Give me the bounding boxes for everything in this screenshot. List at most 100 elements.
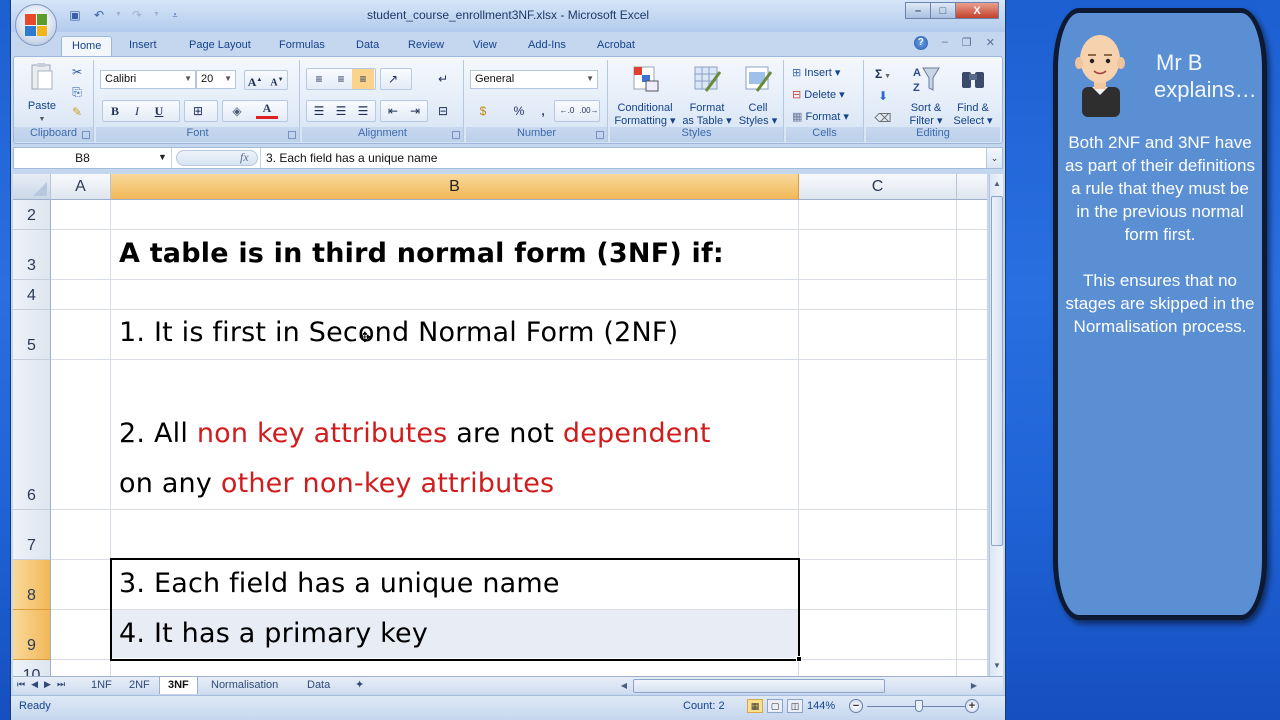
sheet-tab-2nf[interactable]: 2NF — [121, 677, 158, 694]
row-header-6[interactable]: 6 — [13, 360, 51, 510]
row-header-5[interactable]: 5 — [13, 310, 51, 360]
sheet-tab-data[interactable]: Data — [299, 677, 338, 694]
tab-data[interactable]: Data — [346, 36, 389, 56]
align-middle-icon[interactable]: ≡ — [330, 69, 352, 89]
zoom-in-icon[interactable]: + — [965, 699, 979, 713]
maximize-button[interactable]: □ — [930, 2, 956, 19]
font-launcher-icon[interactable] — [288, 131, 296, 139]
tab-page-layout[interactable]: Page Layout — [179, 36, 261, 56]
autosum-button[interactable]: Σ ▼ — [872, 64, 894, 84]
cell-b6-line1[interactable]: 2. All non key attributes are not depend… — [119, 418, 711, 449]
bold-button[interactable]: B — [104, 101, 126, 121]
insert-cells-button[interactable]: ⊞ Insert ▾ — [792, 66, 840, 79]
number-format-select[interactable]: General ▼ — [470, 70, 598, 89]
vertical-scroll-thumb[interactable] — [991, 196, 1003, 546]
zoom-slider-thumb[interactable] — [915, 700, 923, 712]
increase-indent-icon[interactable]: ⇥ — [404, 101, 426, 121]
column-header-d[interactable] — [957, 174, 987, 200]
sort-filter-button[interactable]: AZ Sort & Filter ▾ — [904, 64, 948, 128]
insert-function-icon[interactable]: fx — [240, 150, 249, 165]
tab-add-ins[interactable]: Add-Ins — [518, 36, 576, 56]
vertical-scrollbar[interactable]: ▲ ▼ — [989, 174, 1003, 676]
clipboard-launcher-icon[interactable] — [82, 131, 90, 139]
sheet-tab-1nf[interactable]: 1NF — [83, 677, 120, 694]
cell-b3[interactable]: A table is in third normal form (3NF) if… — [119, 238, 724, 269]
grow-font-button[interactable]: A▲ — [244, 70, 266, 90]
row-header-8[interactable]: 8 — [13, 560, 51, 610]
alignment-launcher-icon[interactable] — [452, 131, 460, 139]
fill-handle[interactable] — [796, 656, 802, 662]
align-bottom-icon[interactable]: ≡ — [352, 69, 374, 89]
scroll-left-icon[interactable]: ◀ — [617, 678, 631, 694]
row-header-9[interactable]: 9 — [13, 610, 51, 660]
cell-b9[interactable]: 4. It has a primary key — [119, 618, 428, 649]
column-header-c[interactable]: C — [799, 174, 957, 200]
wrap-text-icon[interactable]: ↵ — [432, 69, 454, 89]
align-left-icon[interactable]: ☰ — [308, 101, 330, 121]
name-box-dropdown-icon[interactable]: ▼ — [158, 152, 167, 162]
find-select-button[interactable]: Find & Select ▾ — [950, 64, 996, 128]
horizontal-scroll-thumb[interactable] — [633, 679, 885, 693]
cell-b6-line2[interactable]: on any other non-key attributes — [119, 468, 554, 499]
row-header-4[interactable]: 4 — [13, 280, 51, 310]
tab-acrobat[interactable]: Acrobat — [587, 36, 645, 56]
align-right-icon[interactable]: ☰ — [352, 101, 374, 121]
sheet-tab-3nf[interactable]: 3NF — [159, 677, 198, 694]
cell-b8[interactable]: 3. Each field has a unique name — [119, 568, 560, 599]
percent-button[interactable]: % — [508, 101, 530, 121]
decrease-indent-icon[interactable]: ⇤ — [382, 101, 404, 121]
tab-review[interactable]: Review — [398, 36, 454, 56]
conditional-formatting-button[interactable]: Conditional Formatting ▾ — [610, 64, 680, 128]
scroll-up-icon[interactable]: ▲ — [990, 176, 1004, 192]
scroll-right-icon[interactable]: ▶ — [967, 678, 981, 694]
office-button[interactable] — [15, 4, 57, 46]
expand-formula-bar-icon[interactable]: ⌄ — [986, 148, 1002, 168]
cell-b5[interactable]: 1. It is first in Second Normal Form (2N… — [119, 317, 678, 348]
column-header-b[interactable]: B — [111, 174, 799, 200]
format-painter-icon[interactable]: ✎ — [66, 102, 88, 122]
close-button[interactable]: X — [955, 2, 999, 19]
cell-styles-button[interactable]: Cell Styles ▾ — [734, 64, 782, 128]
zoom-level[interactable]: 144% — [807, 700, 835, 712]
row-header-3[interactable]: 3 — [13, 230, 51, 280]
row-header-10[interactable]: 10 — [13, 660, 51, 676]
paste-button[interactable]: Paste ▼ — [20, 62, 64, 126]
font-family-select[interactable]: Calibri ▼ — [100, 70, 196, 89]
align-center-icon[interactable]: ☰ — [330, 101, 352, 121]
sheet-tab-normalisation[interactable]: Normalisation — [203, 677, 286, 694]
help-icon[interactable]: ? — [913, 36, 928, 50]
row-header-2[interactable]: 2 — [13, 200, 51, 230]
tab-view[interactable]: View — [463, 36, 507, 56]
tab-formulas[interactable]: Formulas — [269, 36, 335, 56]
tab-insert[interactable]: Insert — [119, 36, 167, 56]
format-cells-button[interactable]: ▦ Format ▾ — [792, 110, 849, 123]
copy-icon[interactable]: ⎘ — [66, 82, 88, 102]
minimize-button[interactable]: – — [905, 2, 931, 19]
sheet-nav-buttons[interactable]: ⏮◀▶⏭ — [17, 679, 71, 690]
align-top-icon[interactable]: ≡ — [308, 69, 330, 89]
italic-button[interactable]: I — [126, 101, 148, 121]
currency-icon[interactable]: $ — [472, 101, 494, 121]
clear-icon[interactable]: ⌫ — [872, 108, 894, 128]
font-color-icon[interactable]: A — [256, 100, 278, 119]
page-layout-view-icon[interactable]: ▢ — [767, 699, 783, 713]
fill-icon[interactable]: ⬇ — [872, 86, 894, 106]
increase-decimal-icon[interactable]: ←.0 — [556, 101, 578, 121]
select-all-button[interactable] — [13, 174, 51, 200]
ribbon-close-icon[interactable]: ✕ — [986, 36, 995, 50]
shrink-font-button[interactable]: A▼ — [266, 70, 288, 90]
column-header-a[interactable]: A — [51, 174, 111, 200]
name-box[interactable]: B8 — [14, 148, 172, 168]
row-header-7[interactable]: 7 — [13, 510, 51, 560]
format-as-table-button[interactable]: Format as Table ▾ — [680, 64, 734, 128]
delete-cells-button[interactable]: ⊟ Delete ▾ — [792, 88, 845, 101]
tab-home[interactable]: Home — [61, 36, 113, 56]
merge-center-icon[interactable]: ⊟ — [432, 101, 454, 121]
horizontal-scrollbar[interactable]: ◀ ▶ — [607, 679, 997, 693]
underline-button[interactable]: U — [148, 101, 170, 121]
page-break-view-icon[interactable]: ◫ — [787, 699, 803, 713]
formula-input[interactable]: 3. Each field has a unique name — [260, 148, 437, 168]
comma-button[interactable]: , — [532, 101, 554, 121]
font-size-select[interactable]: 20 ▼ — [196, 70, 236, 89]
zoom-out-icon[interactable]: − — [849, 699, 863, 713]
